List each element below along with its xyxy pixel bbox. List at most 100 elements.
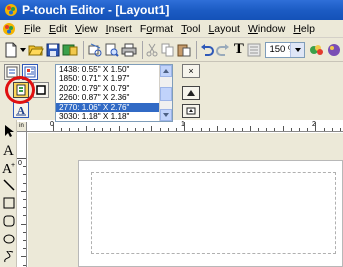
ellipse-tool[interactable] bbox=[2, 232, 16, 246]
close-panel-button[interactable]: × bbox=[182, 64, 200, 78]
frame-icon bbox=[36, 85, 46, 95]
ruler-tick bbox=[135, 128, 136, 131]
chevron-up-icon bbox=[163, 69, 169, 73]
label-size-list[interactable]: 1438: 0.55" X 1.50" 1850: 0.71" X 1.97" … bbox=[55, 64, 173, 122]
main-toolbar: T 150 % bbox=[0, 38, 343, 62]
list-item[interactable]: 3030: 1.18" X 1.18" bbox=[56, 112, 172, 121]
menu-view[interactable]: View bbox=[71, 23, 102, 35]
ruler-tick bbox=[274, 128, 276, 131]
list-item[interactable]: 1438: 0.55" X 1.50" bbox=[56, 65, 172, 74]
ruler-tick bbox=[118, 126, 120, 131]
ruler-tick bbox=[23, 174, 26, 176]
menu-layout[interactable]: Layout bbox=[204, 23, 244, 35]
ruler-tick bbox=[266, 128, 268, 131]
list-item[interactable]: 2260: 0.87" X 2.36" bbox=[56, 93, 172, 102]
open-button[interactable] bbox=[28, 41, 44, 59]
curve-icon bbox=[4, 251, 14, 263]
document-menu-icon[interactable] bbox=[2, 22, 16, 36]
redo-button[interactable] bbox=[216, 41, 230, 59]
ruler-tick bbox=[23, 248, 26, 250]
help-wizard-button[interactable] bbox=[327, 41, 341, 59]
wizard-button[interactable] bbox=[309, 41, 325, 59]
ruler-tick bbox=[200, 128, 202, 131]
list-item[interactable]: 1850: 0.71" X 1.97" bbox=[56, 74, 172, 83]
print-preview-icon bbox=[88, 43, 102, 56]
property-panel: A 1438: 0.55" X 1.50" 1850: 0.71" X 1.97… bbox=[0, 62, 343, 122]
dropdown-arrow[interactable] bbox=[20, 41, 26, 59]
ruler-tick bbox=[249, 126, 251, 131]
menu-help[interactable]: Help bbox=[289, 23, 319, 35]
menu-insert[interactable]: Insert bbox=[102, 23, 136, 35]
window-title: P-touch Editor - [Layout1] bbox=[22, 3, 170, 17]
ruler-tick bbox=[192, 128, 194, 131]
text-a-icon: A bbox=[3, 143, 14, 156]
freehand-tool[interactable] bbox=[2, 250, 16, 264]
copy-button[interactable] bbox=[161, 41, 175, 59]
scroll-thumb[interactable] bbox=[160, 87, 172, 101]
menu-file[interactable]: File bbox=[20, 23, 45, 35]
highlight-callout-circle bbox=[5, 76, 35, 104]
ruler-tick bbox=[23, 240, 26, 241]
frame-properties-button[interactable] bbox=[33, 82, 49, 98]
new-button[interactable] bbox=[4, 41, 18, 59]
rounded-rectangle-tool[interactable] bbox=[2, 214, 16, 228]
vertical-text-tool[interactable]: A + bbox=[2, 160, 16, 174]
zoom-select[interactable]: 150 % bbox=[265, 41, 305, 58]
print-button[interactable] bbox=[121, 41, 137, 59]
menu-bar: File Edit View Insert Format Tool Layout… bbox=[0, 20, 343, 38]
layout-canvas[interactable] bbox=[28, 133, 343, 267]
ruler-tick bbox=[151, 126, 153, 131]
ruler-tick bbox=[23, 207, 26, 209]
ruler-tick bbox=[77, 128, 79, 131]
undo-button[interactable] bbox=[200, 41, 215, 59]
line-icon bbox=[3, 179, 15, 191]
list-item-selected[interactable]: 2770: 1.06" X 2.76" bbox=[56, 102, 172, 112]
scissors-icon bbox=[146, 43, 158, 56]
ruler-tick bbox=[23, 199, 26, 200]
text-properties-button[interactable]: A bbox=[13, 102, 29, 118]
paste-button[interactable] bbox=[177, 41, 191, 59]
text-tool[interactable]: A bbox=[2, 142, 16, 156]
landscape-icon bbox=[186, 107, 196, 115]
rotate-button[interactable] bbox=[182, 86, 200, 100]
draw-toolbox: A A + bbox=[0, 120, 17, 267]
database-button[interactable] bbox=[62, 41, 78, 59]
align-button[interactable] bbox=[247, 41, 261, 59]
wizard-icon bbox=[310, 44, 323, 55]
label-page[interactable] bbox=[78, 160, 343, 267]
ruler-tick bbox=[323, 128, 325, 131]
list-scrollbar[interactable] bbox=[159, 65, 172, 121]
ruler-tick bbox=[282, 126, 284, 131]
paste-clipboard-icon bbox=[177, 44, 191, 56]
ruler-tick bbox=[299, 128, 300, 131]
zoom-dropdown-arrow[interactable] bbox=[290, 42, 304, 57]
undo-icon bbox=[201, 43, 215, 56]
ruler-tick bbox=[340, 128, 341, 131]
cut-button[interactable] bbox=[145, 41, 159, 59]
redo-icon bbox=[216, 43, 230, 56]
scroll-down-button[interactable] bbox=[160, 109, 172, 121]
ruler-tick bbox=[176, 128, 177, 131]
menu-tool[interactable]: Tool bbox=[177, 23, 204, 35]
menu-window[interactable]: Window bbox=[244, 23, 289, 35]
ruler-tick bbox=[258, 128, 259, 131]
chevron-down-icon bbox=[294, 47, 301, 52]
ruler-tick bbox=[290, 128, 292, 131]
line-tool[interactable] bbox=[2, 178, 16, 192]
ruler-tick bbox=[53, 122, 54, 131]
new-document-icon bbox=[5, 42, 17, 57]
menu-edit[interactable]: Edit bbox=[45, 23, 71, 35]
select-tool[interactable] bbox=[2, 124, 16, 138]
ruler-tick bbox=[69, 128, 71, 131]
preview-button[interactable] bbox=[105, 41, 119, 59]
text-tool-button[interactable]: T bbox=[232, 41, 245, 59]
orientation-button[interactable] bbox=[182, 104, 200, 118]
undo-history-button[interactable] bbox=[87, 41, 103, 59]
list-item[interactable]: 2020: 0.79" X 0.79" bbox=[56, 84, 172, 93]
menu-format[interactable]: Format bbox=[136, 23, 177, 35]
scroll-up-button[interactable] bbox=[160, 65, 172, 77]
save-button[interactable] bbox=[46, 41, 60, 59]
ruler-unit-corner: in bbox=[17, 122, 27, 132]
rectangle-tool[interactable] bbox=[2, 196, 16, 210]
ruler-tick bbox=[159, 128, 161, 131]
